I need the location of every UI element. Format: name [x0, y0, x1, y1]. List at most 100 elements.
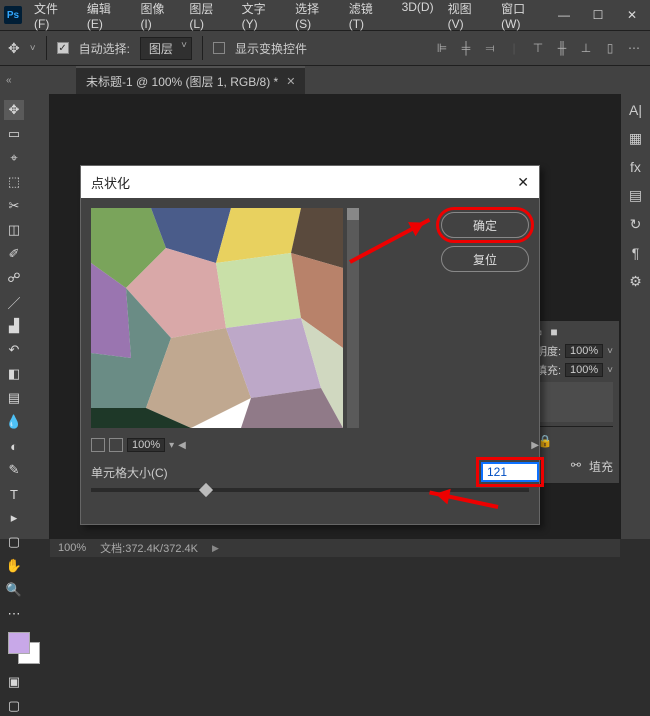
properties-panel-icon[interactable]: ⚙	[629, 273, 642, 290]
layer-combo[interactable]: 图层	[140, 37, 192, 60]
blur-tool[interactable]: 💧	[4, 412, 24, 432]
zoom-fit-icon[interactable]	[109, 438, 123, 452]
character-panel-icon[interactable]: A|	[629, 102, 642, 118]
toolbar: ✥ ▭ ⌖ ⬚ ✂ ◫ ✐ ☍ ／ ▟ ↶ ◧ ▤ 💧 ◐ ✎ T ▸ ▢ ✋ …	[0, 94, 50, 539]
zoom-out-icon[interactable]	[91, 438, 105, 452]
swatches-panel-icon[interactable]: ▦	[629, 130, 642, 147]
auto-select-checkbox[interactable]: ✓	[57, 42, 69, 54]
zoom-tool[interactable]: 🔍	[4, 580, 24, 600]
pen-tool[interactable]: ✎	[4, 460, 24, 480]
menu-file[interactable]: 文件(F)	[28, 0, 79, 35]
history-panel-icon[interactable]: ↻	[630, 216, 642, 233]
cell-size-slider[interactable]	[91, 488, 529, 492]
brush-tool[interactable]: ／	[4, 292, 24, 312]
lasso-tool[interactable]: ⌖	[4, 148, 24, 168]
history-brush-tool[interactable]: ↶	[4, 340, 24, 360]
opacity-value[interactable]: 100%	[565, 344, 603, 358]
menu-text[interactable]: 文字(Y)	[236, 0, 288, 35]
collapse-toolbar-icon[interactable]: «	[0, 75, 16, 86]
path-select-tool[interactable]: ▸	[4, 508, 24, 528]
dropdown-icon[interactable]: ˅	[30, 43, 36, 54]
styles-panel-icon[interactable]: fx	[630, 159, 641, 175]
foreground-color[interactable]	[8, 632, 30, 654]
next-icon[interactable]: ▶	[531, 440, 539, 451]
adjustments-panel-icon[interactable]: ▤	[629, 187, 642, 204]
status-doc: 文档:372.4K/372.4K	[100, 540, 198, 556]
minimize-button[interactable]: —	[550, 4, 578, 26]
cell-size-label: 单元格大小(C)	[91, 464, 168, 481]
align-vcenter-icon[interactable]: ╪	[458, 40, 474, 56]
align-left-icon[interactable]: ⊫	[434, 40, 450, 56]
menu-edit[interactable]: 编辑(E)	[81, 0, 133, 35]
fill-hint: 埴充	[589, 458, 613, 475]
menu-layer[interactable]: 图层(L)	[183, 0, 233, 35]
maximize-button[interactable]: ☐	[584, 4, 612, 26]
patch-tool[interactable]: ☍	[4, 268, 24, 288]
distribute-icon[interactable]: ▯	[602, 40, 618, 56]
document-tab[interactable]: 未标题-1 @ 100% (图层 1, RGB/8) * ✕	[76, 66, 305, 95]
options-bar: ✥ ˅ ✓ 自动选择: 图层 显示变换控件 ⊫ ╪ ⫤ | ⊤ ╫ ⊥ ▯ ⋯	[0, 30, 650, 66]
align-bottom-icon[interactable]: ⊥	[578, 40, 594, 56]
paragraph-panel-icon[interactable]: ¶	[632, 245, 640, 261]
dodge-tool[interactable]: ◐	[4, 436, 24, 456]
dialog-title: 点状化	[91, 173, 130, 192]
align-hcenter-icon[interactable]: ╫	[554, 40, 570, 56]
align-top-icon[interactable]: ⊤	[530, 40, 546, 56]
marquee-tool[interactable]: ▭	[4, 124, 24, 144]
preview-scrollbar[interactable]	[347, 208, 359, 428]
prev-icon[interactable]: ◀	[178, 440, 186, 451]
move-tool[interactable]: ✥	[4, 100, 24, 120]
link-layers-icon[interactable]: ⚯	[571, 458, 581, 475]
titlebar: Ps 文件(F) 编辑(E) 图像(I) 图层(L) 文字(Y) 选择(S) 滤…	[0, 0, 650, 30]
menu-filter[interactable]: 滤镜(T)	[343, 0, 394, 35]
quickmask-tool[interactable]: ▣	[4, 672, 24, 692]
color-swatches[interactable]	[4, 632, 45, 668]
filter-preview[interactable]	[91, 208, 343, 428]
dialog-close-icon[interactable]: ✕	[517, 174, 529, 191]
hand-tool[interactable]: ✋	[4, 556, 24, 576]
menu-3d[interactable]: 3D(D)	[396, 0, 440, 35]
cell-size-row: 单元格大小(C)	[91, 462, 539, 482]
frame-tool[interactable]: ◫	[4, 220, 24, 240]
gradient-tool[interactable]: ▤	[4, 388, 24, 408]
eyedropper-tool[interactable]: ✐	[4, 244, 24, 264]
show-transform-checkbox[interactable]	[213, 42, 225, 54]
ok-button[interactable]: 确定	[441, 212, 529, 238]
layer-filter-icon[interactable]: ■	[550, 325, 557, 339]
zoom-value[interactable]: 100%	[127, 438, 165, 452]
menu-window[interactable]: 窗口(W)	[495, 0, 550, 35]
reset-button[interactable]: 复位	[441, 246, 529, 272]
divider	[202, 36, 203, 60]
eraser-tool[interactable]: ◧	[4, 364, 24, 384]
divider: |	[506, 40, 522, 56]
align-right-icon[interactable]: ⫤	[482, 40, 498, 56]
dialog-titlebar[interactable]: 点状化 ✕	[81, 166, 539, 198]
status-zoom[interactable]: 100%	[58, 542, 86, 554]
slider-thumb[interactable]	[198, 483, 212, 497]
close-button[interactable]: ✕	[618, 4, 646, 26]
app-logo: Ps	[4, 6, 22, 24]
window-buttons: — ☐ ✕	[550, 4, 646, 26]
stamp-tool[interactable]: ▟	[4, 316, 24, 336]
zoom-dropdown-icon[interactable]: ▾	[169, 440, 174, 451]
more-icon[interactable]: ⋯	[626, 40, 642, 56]
menu-bar: 文件(F) 编辑(E) 图像(I) 图层(L) 文字(Y) 选择(S) 滤镜(T…	[28, 0, 550, 35]
menu-view[interactable]: 视图(V)	[442, 0, 494, 35]
quick-select-tool[interactable]: ⬚	[4, 172, 24, 192]
document-title: 未标题-1 @ 100% (图层 1, RGB/8) *	[86, 73, 278, 90]
fill-value[interactable]: 100%	[565, 363, 603, 377]
cell-size-input[interactable]	[481, 462, 539, 482]
status-arrow-icon[interactable]: ▶	[212, 543, 219, 554]
type-tool[interactable]: T	[4, 484, 24, 504]
close-tab-icon[interactable]: ✕	[286, 75, 295, 88]
screenmode-tool[interactable]: ▢	[4, 696, 24, 716]
auto-select-label: 自动选择:	[79, 40, 130, 57]
pointillize-dialog: 点状化 ✕	[80, 165, 540, 525]
menu-select[interactable]: 选择(S)	[289, 0, 341, 35]
crop-tool[interactable]: ✂	[4, 196, 24, 216]
rectangle-tool[interactable]: ▢	[4, 532, 24, 552]
menu-image[interactable]: 图像(I)	[134, 0, 181, 35]
edit-toolbar[interactable]: ⋯	[4, 604, 24, 624]
move-tool-icon[interactable]: ✥	[8, 40, 20, 57]
show-transform-label: 显示变换控件	[235, 40, 307, 57]
